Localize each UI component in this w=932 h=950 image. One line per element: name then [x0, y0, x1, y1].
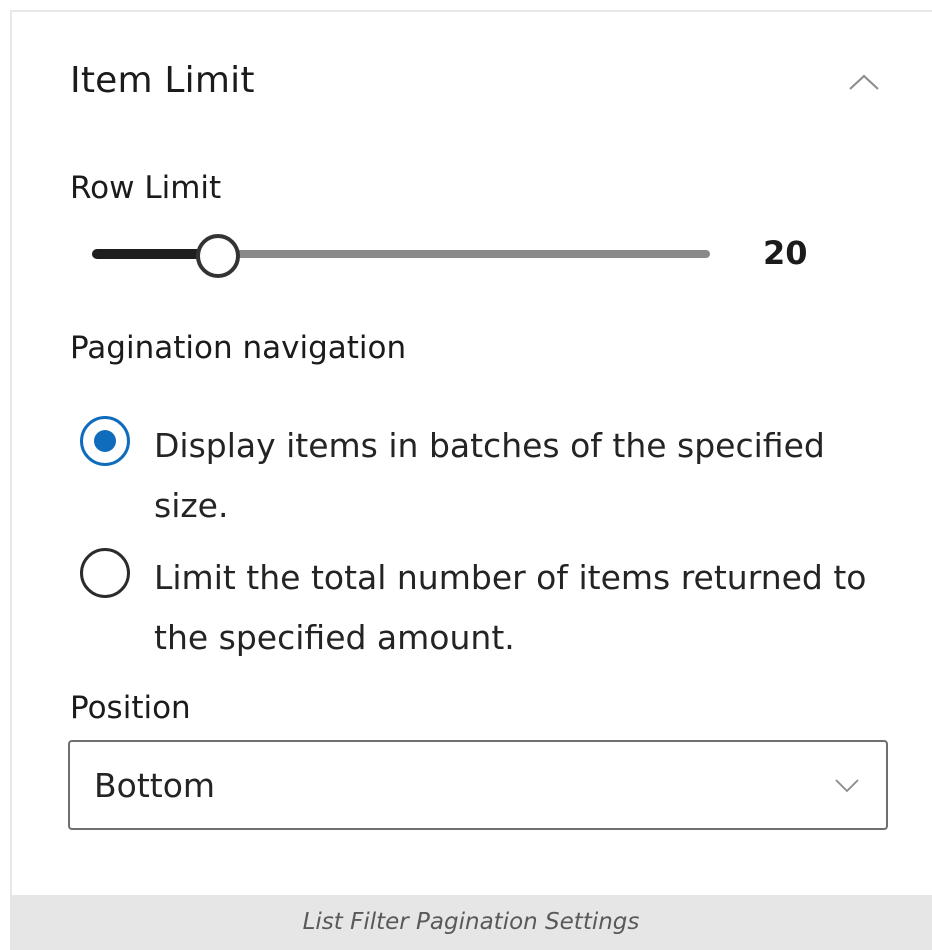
- radio-label-limit-total[interactable]: Limit the total number of items returned…: [154, 548, 884, 668]
- position-label: Position: [70, 690, 191, 726]
- radio-label-batches[interactable]: Display items in batches of the specifie…: [154, 416, 884, 536]
- position-dropdown[interactable]: Bottom: [68, 740, 888, 830]
- radio-button-unchecked[interactable]: [80, 548, 130, 598]
- row-limit-slider[interactable]: [92, 232, 722, 278]
- pagination-navigation-label: Pagination navigation: [70, 330, 407, 366]
- caption-bar: List Filter Pagination Settings: [10, 895, 932, 950]
- position-selected-value: Bottom: [94, 766, 216, 805]
- page: Item Limit Row Limit 20 Pagination navig…: [0, 0, 932, 950]
- row-limit-value: 20: [763, 234, 808, 272]
- row-limit-label: Row Limit: [70, 170, 222, 206]
- section-title: Item Limit: [70, 60, 255, 101]
- radio-button-checked[interactable]: [80, 416, 130, 466]
- caption-text: List Filter Pagination Settings: [302, 909, 640, 935]
- collapse-section-button[interactable]: [842, 62, 886, 102]
- chevron-down-icon: [835, 779, 859, 793]
- slider-thumb[interactable]: [196, 234, 240, 278]
- radio-dot: [94, 430, 116, 452]
- chevron-up-icon: [849, 74, 879, 90]
